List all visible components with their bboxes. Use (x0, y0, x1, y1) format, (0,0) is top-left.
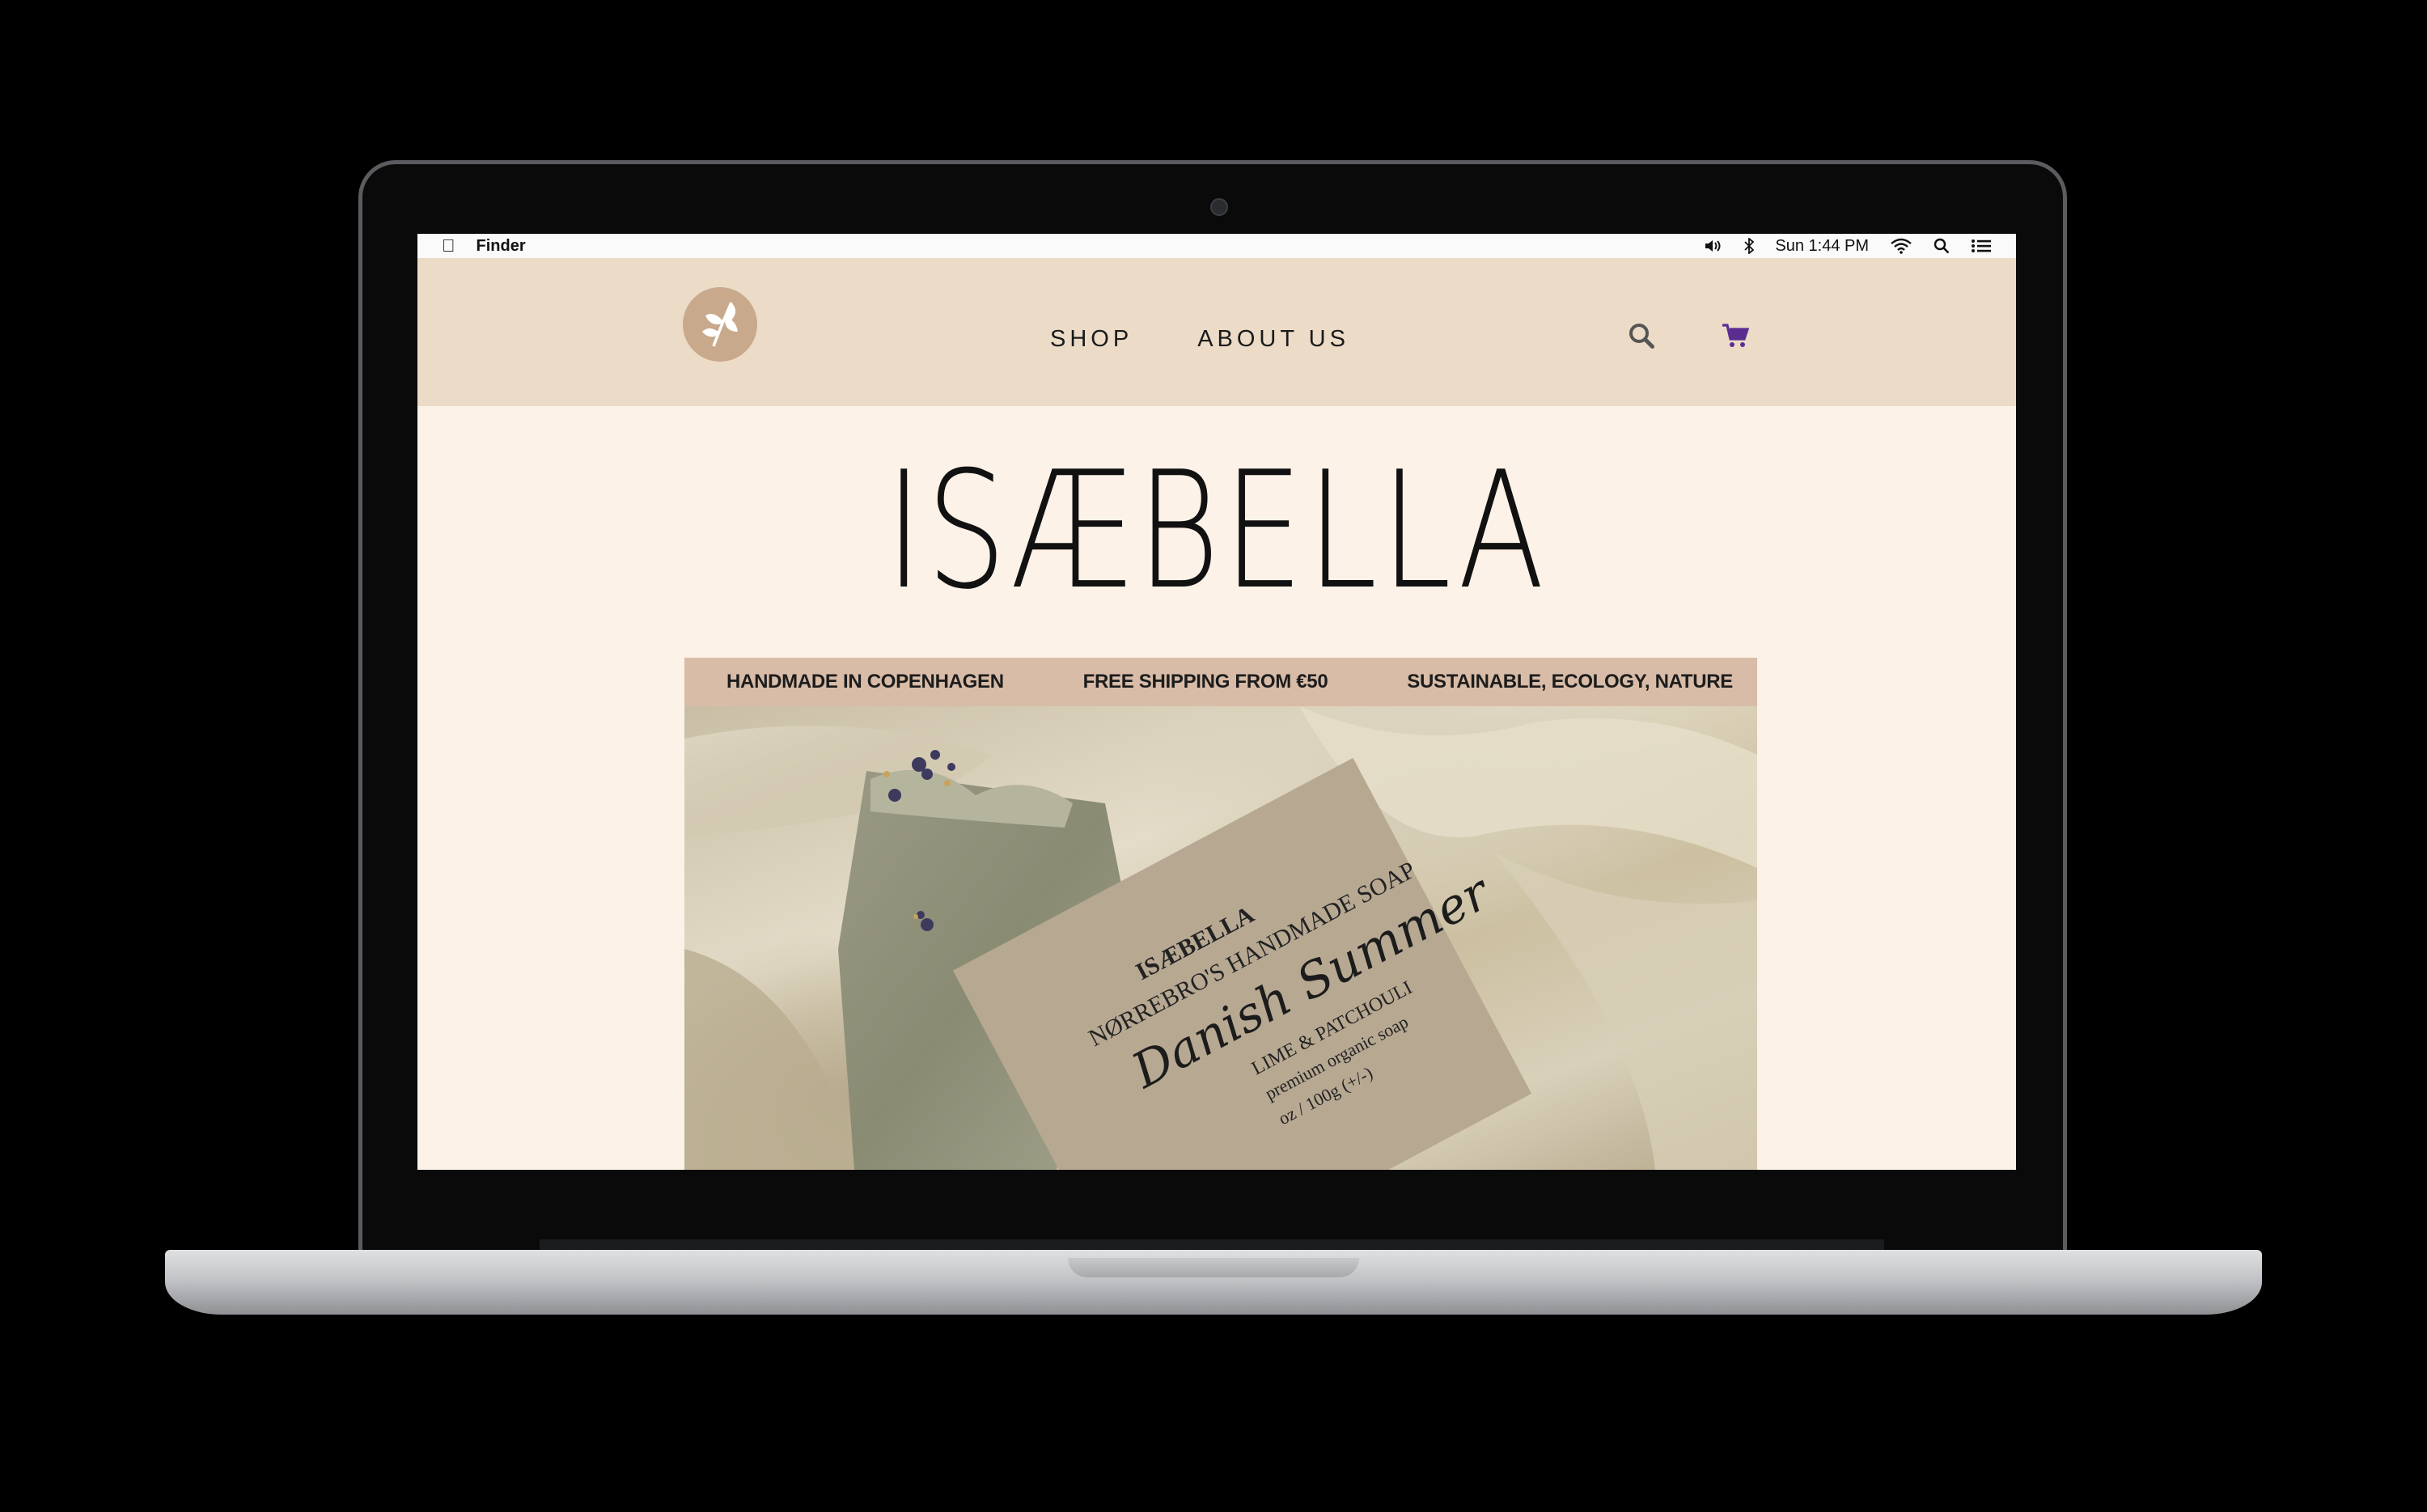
logo[interactable] (683, 287, 757, 362)
nav-shop[interactable]: SHOP (1050, 326, 1133, 353)
search-icon[interactable] (1628, 322, 1655, 354)
laptop-notch (1068, 1258, 1359, 1277)
screen:  Finder Sun 1:44 PM (417, 234, 2016, 1170)
webcam (1210, 198, 1228, 216)
banner-shipping: FREE SHIPPING FROM €50 (1082, 671, 1328, 692)
main-nav: SHOP ABOUT US (1050, 326, 1349, 353)
info-banner: HANDMADE IN COPENHAGEN FREE SHIPPING FRO… (684, 658, 1757, 706)
leaf-icon (696, 296, 744, 354)
banner-handmade: HANDMADE IN COPENHAGEN (726, 671, 1004, 692)
hero-image: ISÆBELLA NØRREBRO'S HANDMADE SOAP Danish… (684, 706, 1757, 1170)
volume-icon[interactable] (1704, 238, 1723, 254)
status-area: Sun 1:44 PM (1704, 237, 1992, 256)
cart-icon[interactable] (1722, 323, 1750, 353)
hero-photo: ISÆBELLA NØRREBRO'S HANDMADE SOAP Danish… (684, 706, 1757, 1170)
bluetooth-icon[interactable] (1744, 238, 1755, 254)
brand-title-text: ISÆBELLA (885, 437, 1548, 625)
clock[interactable]: Sun 1:44 PM (1775, 237, 1869, 256)
site-header: SHOP ABOUT US (417, 258, 2016, 406)
notification-list-icon[interactable] (1971, 238, 1992, 254)
apple-icon[interactable]:  (442, 235, 455, 256)
brand-title: ISÆBELLA (593, 451, 1840, 612)
nav-about-us[interactable]: ABOUT US (1197, 326, 1349, 353)
wifi-icon[interactable] (1890, 238, 1912, 254)
spotlight-icon[interactable] (1934, 238, 1950, 254)
banner-sustainable: SUSTAINABLE, ECOLOGY, NATURE (1407, 671, 1733, 692)
mac-menu-bar:  Finder Sun 1:44 PM (417, 234, 2016, 259)
app-name[interactable]: Finder (477, 237, 526, 256)
